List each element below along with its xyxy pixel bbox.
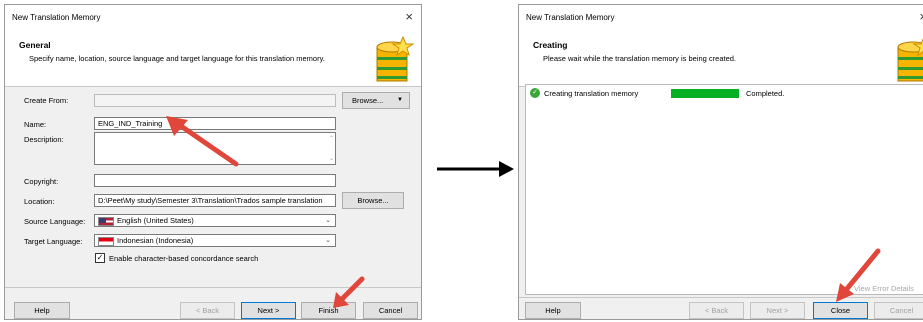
source-language-label: Source Language:: [24, 217, 86, 226]
copyright-label: Copyright:: [24, 177, 59, 186]
annotation-arrow-name-icon: [166, 116, 239, 167]
chevron-down-icon: ⌄: [325, 237, 331, 244]
source-language-select[interactable]: English (United States) ⌄: [94, 214, 336, 227]
task-label: Creating translation memory: [544, 89, 639, 98]
page-title: Creating: [533, 40, 568, 50]
annotation-arrow-finish-icon: [333, 276, 365, 308]
scroll-up-icon[interactable]: ⌃: [329, 135, 334, 142]
back-button[interactable]: < Back: [689, 302, 744, 319]
page-subtitle: Please wait while the translation memory…: [543, 54, 737, 63]
page-subtitle: Specify name, location, source language …: [29, 54, 325, 63]
task-status: Completed.: [746, 89, 785, 98]
location-browse-button[interactable]: Browse...: [342, 192, 404, 209]
close-button[interactable]: Close: [813, 302, 868, 319]
us-flag-icon: [98, 216, 114, 226]
source-language-value: English (United States): [117, 216, 194, 225]
indonesia-flag-icon: [98, 236, 114, 246]
help-button[interactable]: Help: [14, 302, 70, 319]
check-circle-icon: ✓: [530, 88, 540, 98]
database-star-icon: [376, 35, 415, 82]
next-button[interactable]: Next >: [750, 302, 805, 319]
name-label: Name:: [24, 120, 47, 129]
chevron-down-icon: ⌄: [325, 217, 331, 224]
window-title: New Translation Memory: [12, 13, 101, 22]
help-button[interactable]: Help: [525, 302, 581, 319]
page-title: General: [19, 40, 51, 50]
scroll-down-icon[interactable]: ⌄: [329, 155, 334, 162]
title-bar: New Translation Memory ×: [5, 5, 421, 29]
create-from-field[interactable]: [94, 94, 336, 107]
cancel-button[interactable]: Cancel: [363, 302, 418, 319]
location-label: Location:: [24, 197, 55, 206]
window-title: New Translation Memory: [526, 13, 615, 22]
target-language-select[interactable]: Indonesian (Indonesia) ⌄: [94, 234, 336, 247]
concordance-label: Enable character-based concordance searc…: [109, 254, 259, 263]
chevron-down-icon: ▼: [397, 97, 403, 103]
close-icon[interactable]: ×: [405, 9, 413, 24]
create-from-browse-button[interactable]: Browse... ▼: [342, 92, 410, 109]
task-progress-bar: [671, 89, 739, 98]
wizard-header: Creating Please wait while the translati…: [519, 29, 923, 87]
copyright-field[interactable]: [94, 174, 336, 187]
title-bar: New Translation Memory ×: [519, 5, 923, 29]
checkmark-icon: ✓: [96, 253, 104, 262]
annotation-arrow-close-icon: [836, 248, 881, 302]
task-progress-fill: [671, 89, 739, 98]
description-label: Description:: [24, 135, 64, 144]
concordance-checkbox[interactable]: ✓: [95, 253, 105, 263]
target-language-value: Indonesian (Indonesia): [117, 236, 194, 245]
back-button[interactable]: < Back: [180, 302, 235, 319]
create-from-label: Create From:: [24, 96, 69, 105]
cancel-button[interactable]: Cancel: [874, 302, 923, 319]
flow-arrow-icon: [437, 161, 514, 177]
next-button[interactable]: Next >: [241, 302, 296, 319]
location-field[interactable]: D:\Peet\My study\Semester 3\Translation\…: [94, 194, 336, 207]
wizard-header: General Specify name, location, source l…: [5, 29, 421, 87]
target-language-label: Target Language:: [24, 237, 83, 246]
create-from-browse-label: Browse...: [352, 96, 384, 105]
database-star-icon: [897, 38, 923, 82]
close-icon[interactable]: ×: [919, 9, 923, 24]
